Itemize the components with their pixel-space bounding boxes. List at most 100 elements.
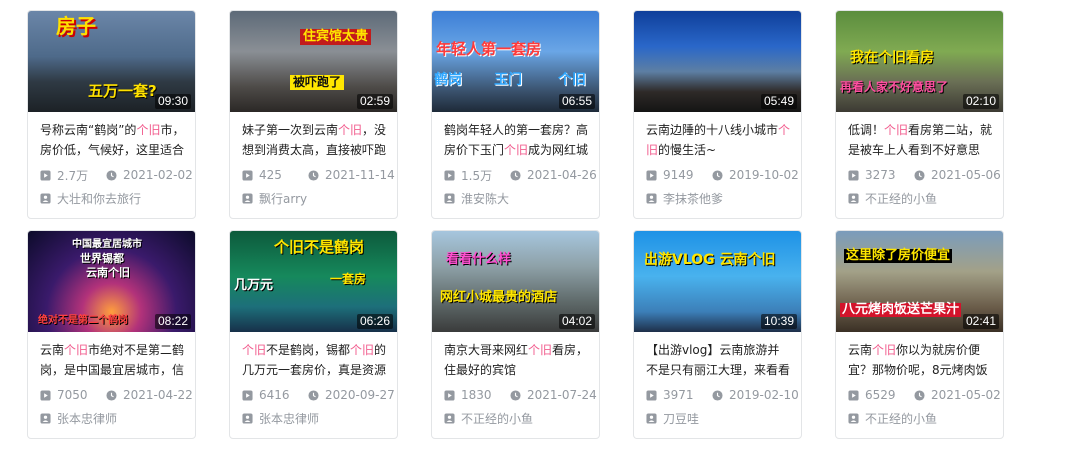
uploader[interactable]: 淮安陈大 <box>444 190 599 206</box>
video-title[interactable]: 号称云南“鹤岗”的个旧市，房价低，气候好，这里适合 <box>40 120 185 160</box>
title-text: 云南 <box>40 343 65 357</box>
duration-badge: 05:49 <box>760 94 797 109</box>
uploader-name[interactable]: 李抹茶他爹 <box>663 190 723 207</box>
clock-icon <box>510 389 521 401</box>
play-count-value: 7050 <box>57 388 88 402</box>
video-thumbnail[interactable]: 中国最宜居城市 世界锡都 云南个旧 绝对不是第二个鹤岗 08:22 <box>28 231 195 332</box>
uploader[interactable]: 大壮和你去旅行 <box>40 190 195 206</box>
clock-icon <box>106 169 117 181</box>
video-card[interactable]: 房子 五万一套? 09:30 号称云南“鹤岗”的个旧市，房价低，气候好，这里适合 2.7… <box>27 10 196 219</box>
video-meta: 1.5万 2021-04-26 <box>444 167 599 183</box>
clock-icon <box>510 169 521 181</box>
title-text: 号称云南“鹤岗”的 <box>40 123 137 137</box>
video-thumbnail[interactable]: 住宾馆太贵 被吓跑了 02:59 <box>230 11 397 112</box>
uploader[interactable]: 张本忠律师 <box>40 410 195 426</box>
video-card[interactable]: 中国最宜居城市 世界锡都 云南个旧 绝对不是第二个鹤岗 08:22 云南个旧市绝对不是第二… <box>27 230 196 439</box>
video-thumbnail[interactable]: 我在个旧看房 再看人家不好意思了 02:10 <box>836 11 1003 112</box>
video-card[interactable]: 出游VLOG 云南个旧 10:39 【出游vlog】云南旅游并不是只有丽江大理，来看… <box>633 230 802 439</box>
uploader[interactable]: 飘行arry <box>242 190 397 206</box>
video-thumbnail[interactable]: 出游VLOG 云南个旧 10:39 <box>634 231 801 332</box>
title-text: 妹子第一次到云南 <box>242 123 339 137</box>
uploader-icon <box>40 192 51 204</box>
uploader[interactable]: 李抹茶他爹 <box>646 190 801 206</box>
video-card[interactable]: 个旧不是鹤岗 几万元 一套房 06:26 个旧不是鹤岗，锡都个旧的几万元一套房价，真是资… <box>229 230 398 439</box>
duration-badge: 04:02 <box>558 314 595 329</box>
thumbnail-overlay-text: 再看人家不好意思了 <box>840 80 949 94</box>
video-thumbnail[interactable]: 这里除了房价便宜 八元烤肉饭送芒果汁 02:41 <box>836 231 1003 332</box>
title-text: 的慢生活~ <box>658 143 717 157</box>
play-count-value: 6416 <box>259 388 290 402</box>
video-title[interactable]: 个旧不是鹤岗，锡都个旧的几万元一套房价，真是资源 <box>242 340 387 380</box>
play-count: 425 <box>242 168 308 182</box>
video-card[interactable]: 年轻人第一套房 鹤岗 玉门 个旧 06:55 鹤岗年轻人的第一套房？高房价下玉门个旧成为网… <box>431 10 600 219</box>
play-count-value: 2.7万 <box>57 168 89 183</box>
video-thumbnail[interactable]: 年轻人第一套房 鹤岗 玉门 个旧 06:55 <box>432 11 599 112</box>
uploader-icon <box>848 412 859 424</box>
video-title[interactable]: 云南个旧你以为就房价便宜？那物价呢，8元烤肉饭 <box>848 340 993 380</box>
play-count-icon <box>646 389 657 401</box>
video-card[interactable]: 住宾馆太贵 被吓跑了 02:59 妹子第一次到云南个旧，没想到消费太高，直接被吓跑 42… <box>229 10 398 219</box>
title-text: 云南 <box>848 343 873 357</box>
thumbnail-overlay-text: 看看什么样 <box>446 252 512 267</box>
uploader-name[interactable]: 飘行arry <box>259 190 307 207</box>
uploader[interactable]: 不正经的小鱼 <box>848 190 1003 206</box>
uploader-name[interactable]: 张本忠律师 <box>259 410 319 427</box>
video-title[interactable]: 【出游vlog】云南旅游并不是只有丽江大理，来看看我 <box>646 340 791 380</box>
video-card[interactable]: 05:49 云南边陲的十八线小城市个旧的慢生活~ 9149 2019-10-02 李抹茶… <box>633 10 802 219</box>
play-count: 9149 <box>646 168 712 182</box>
thumbnail-overlay-text: 个旧不是鹤岗 <box>274 238 365 256</box>
thumbnail-overlay-text: 玉门 <box>494 72 522 88</box>
video-meta: 9149 2019-10-02 <box>646 167 801 183</box>
uploader-icon <box>242 412 253 424</box>
title-keyword-highlight: 个旧 <box>338 123 363 137</box>
uploader-name[interactable]: 不正经的小鱼 <box>865 190 937 207</box>
upload-date-value: 2019-10-02 <box>729 168 799 182</box>
thumbnail-overlay-text: 个旧 <box>558 72 586 88</box>
video-title[interactable]: 南京大哥来网红个旧看房，住最好的宾馆 <box>444 340 589 380</box>
thumbnail-overlay-text: 几万元 <box>234 278 274 293</box>
uploader-name[interactable]: 不正经的小鱼 <box>865 410 937 427</box>
video-card[interactable]: 这里除了房价便宜 八元烤肉饭送芒果汁 02:41 云南个旧你以为就房价便宜？那物价呢，… <box>835 230 1004 439</box>
uploader[interactable]: 不正经的小鱼 <box>848 410 1003 426</box>
uploader-name[interactable]: 不正经的小鱼 <box>461 410 533 427</box>
uploader-icon <box>40 412 51 424</box>
title-keyword-highlight: 个旧 <box>64 343 89 357</box>
upload-date: 2020-09-27 <box>308 388 395 402</box>
video-title[interactable]: 云南边陲的十八线小城市个旧的慢生活~ <box>646 120 791 160</box>
video-meta: 6416 2020-09-27 <box>242 387 397 403</box>
video-title[interactable]: 低调！个旧看房第二站，就是被车上人看到不好意思 <box>848 120 993 160</box>
uploader-name[interactable]: 淮安陈大 <box>461 190 509 207</box>
video-title[interactable]: 妹子第一次到云南个旧，没想到消费太高，直接被吓跑 <box>242 120 387 160</box>
uploader-name[interactable]: 张本忠律师 <box>57 410 117 427</box>
title-keyword-highlight: 个旧 <box>504 143 529 157</box>
clock-icon <box>308 169 319 181</box>
video-thumbnail[interactable]: 05:49 <box>634 11 801 112</box>
play-count-icon <box>444 169 455 181</box>
video-card[interactable]: 看看什么样网红小城最贵的酒店 04:02 南京大哥来网红个旧看房，住最好的宾馆 183… <box>431 230 600 439</box>
upload-date: 2021-05-06 <box>914 168 1001 182</box>
uploader[interactable]: 张本忠律师 <box>242 410 397 426</box>
video-card[interactable]: 我在个旧看房 再看人家不好意思了 02:10 低调！个旧看房第二站，就是被车上人看到不… <box>835 10 1004 219</box>
thumbnail-overlay-text: 五万一套? <box>88 82 157 100</box>
thumbnail-overlay-text: 房子 <box>56 14 96 38</box>
play-count: 6416 <box>242 388 308 402</box>
thumbnail-overlay-text: 绝对不是第二个鹤岗 <box>38 315 128 326</box>
play-count: 7050 <box>40 388 106 402</box>
video-title[interactable]: 云南个旧市绝对不是第二鹤岗，是中国最宜居城市，信 <box>40 340 185 380</box>
play-count-icon <box>40 389 51 401</box>
upload-date: 2021-02-02 <box>106 168 193 182</box>
uploader[interactable]: 刀豆哇 <box>646 410 801 426</box>
video-thumbnail[interactable]: 房子 五万一套? 09:30 <box>28 11 195 112</box>
video-title[interactable]: 鹤岗年轻人的第一套房？高房价下玉门个旧成为网红城 <box>444 120 589 160</box>
play-count: 3971 <box>646 388 712 402</box>
video-thumbnail[interactable]: 个旧不是鹤岗 几万元 一套房 06:26 <box>230 231 397 332</box>
thumbnail-overlay-text: 网红小城最贵的酒店 <box>440 290 558 305</box>
uploader[interactable]: 不正经的小鱼 <box>444 410 599 426</box>
uploader-name[interactable]: 大壮和你去旅行 <box>57 190 141 207</box>
video-meta: 1830 2021-07-24 <box>444 387 599 403</box>
title-text: 南京大哥来网红 <box>444 343 529 357</box>
video-meta: 7050 2021-04-22 <box>40 387 195 403</box>
uploader-name[interactable]: 刀豆哇 <box>663 410 699 427</box>
video-thumbnail[interactable]: 看看什么样网红小城最贵的酒店 04:02 <box>432 231 599 332</box>
upload-date-value: 2019-02-10 <box>729 388 799 402</box>
